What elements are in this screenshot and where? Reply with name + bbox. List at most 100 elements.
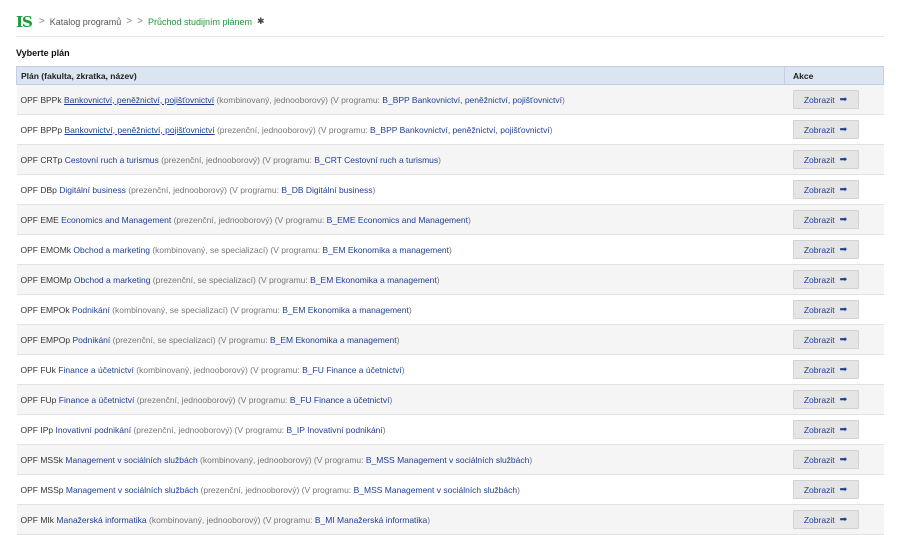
table-row: OPF IPp Inovativní podnikání (prezenční,… [16,414,884,445]
plan-name-link[interactable]: Manažerská informatika [56,515,146,525]
zobrazit-button[interactable]: Zobrazit ➡ [792,420,859,439]
action-cell: Zobrazit ➡ [784,264,884,295]
table-row: OPF DBp Digitální business (prezenční, j… [16,174,884,205]
plan-name-link[interactable]: Management v sociálních službách [66,485,198,495]
zobrazit-button[interactable]: Zobrazit ➡ [792,90,859,109]
arrow-right-icon: ➡ [839,424,848,434]
zobrazit-button[interactable]: Zobrazit ➡ [792,210,859,229]
zobrazit-label: Zobrazit [803,454,835,465]
plan-meta-end: ) [396,334,400,345]
action-cell: Zobrazit ➡ [784,474,884,505]
breadcrumb-separator: > [38,16,45,27]
plan-meta: (prezenční, jednooborový) (V programu: [171,214,327,225]
plan-meta: (prezenční, se specializací) (V programu… [150,274,311,285]
program-link[interactable]: B_EM Ekonomika a management [322,245,449,255]
program-link[interactable]: B_MSS Management v sociálních službách [354,485,517,495]
program-link[interactable]: B_EM Ekonomika a management [282,305,409,315]
table-row: OPF BPPk Bankovnictví, peněžnictví, poji… [16,84,884,115]
zobrazit-button[interactable]: Zobrazit ➡ [792,390,859,409]
plan-code: OPF BPPk [20,94,62,105]
zobrazit-label: Zobrazit [803,94,835,105]
zobrazit-button[interactable]: Zobrazit ➡ [792,510,859,529]
plan-name-link[interactable]: Bankovnictví, peněžnictví, pojišťovnictv… [64,95,214,105]
zobrazit-button[interactable]: Zobrazit ➡ [792,150,859,169]
arrow-right-icon: ➡ [839,274,848,284]
zobrazit-button[interactable]: Zobrazit ➡ [792,330,859,349]
plan-meta: (kombinovaný, se specializací) (V progra… [109,304,283,315]
program-link[interactable]: B_BPP Bankovnictví, peněžnictví, pojišťo… [370,125,550,135]
plan-name-link[interactable]: Inovativní podnikání [55,425,131,435]
program-link[interactable]: B_MSS Management v sociálních službách [366,455,529,465]
zobrazit-button[interactable]: Zobrazit ➡ [792,450,859,469]
table-row: OPF CRTp Cestovní ruch a turismus (preze… [16,144,884,175]
zobrazit-button[interactable]: Zobrazit ➡ [792,300,859,319]
breadcrumb-separator: > [126,16,133,27]
program-link[interactable]: B_FU Finance a účetnictví [290,395,390,405]
breadcrumb-katalog-link[interactable]: Katalog programů [50,17,122,27]
program-link[interactable]: B_EM Ekonomika a management [310,275,437,285]
is-logo[interactable]: IS [16,13,33,31]
plan-name-link[interactable]: Podnikání [72,305,110,315]
plan-name-link[interactable]: Obchod a marketing [74,275,151,285]
plan-name-link[interactable]: Obchod a marketing [73,245,150,255]
action-cell: Zobrazit ➡ [784,84,884,115]
plan-name-link[interactable]: Finance a účetnictví [59,395,135,405]
zobrazit-button[interactable]: Zobrazit ➡ [792,360,859,379]
zobrazit-label: Zobrazit [803,514,835,525]
plan-meta-end: ) [549,124,553,135]
plan-meta-end: ) [389,394,393,405]
plan-code: OPF IPp [20,424,54,435]
program-link[interactable]: B_EM Ekonomika a management [270,335,397,345]
zobrazit-button[interactable]: Zobrazit ➡ [792,240,859,259]
action-cell: Zobrazit ➡ [784,324,884,355]
zobrazit-label: Zobrazit [803,214,835,225]
plan-name-link[interactable]: Cestovní ruch a turismus [65,155,159,165]
zobrazit-button[interactable]: Zobrazit ➡ [792,120,859,139]
plan-name-link[interactable]: Digitální business [59,185,126,195]
arrow-right-icon: ➡ [839,154,848,164]
arrow-right-icon: ➡ [839,304,848,314]
zobrazit-label: Zobrazit [803,274,835,285]
plan-meta-end: ) [436,274,440,285]
plan-cell: OPF EMPOp Podnikání (prezenční, se speci… [16,324,785,355]
column-header-akce: Akce [784,66,884,85]
plan-name-link[interactable]: Podnikání [72,335,110,345]
table-row: OPF EMPOk Podnikání (kombinovaný, se spe… [16,294,884,325]
table-row: OPF EME Economics and Management (prezen… [16,204,884,235]
plan-name-link[interactable]: Finance a účetnictví [58,365,134,375]
zobrazit-button[interactable]: Zobrazit ➡ [792,180,859,199]
action-cell: Zobrazit ➡ [784,114,884,145]
plan-meta-end: ) [408,304,412,315]
plan-cell: OPF BPPk Bankovnictví, peněžnictví, poji… [16,84,785,115]
action-cell: Zobrazit ➡ [784,504,884,535]
program-link[interactable]: B_BPP Bankovnictví, peněžnictví, pojišťo… [382,95,562,105]
program-link[interactable]: B_EME Economics and Management [327,215,468,225]
zobrazit-button[interactable]: Zobrazit ➡ [792,270,859,289]
plan-code: OPF CRTp [20,154,63,165]
zobrazit-label: Zobrazit [803,364,835,375]
program-link[interactable]: B_IP Inovativní podnikání [287,425,383,435]
pin-icon[interactable]: ✱ [257,16,265,27]
breadcrumb: IS > Katalog programů > > Průchod studij… [16,13,884,37]
table-row: OPF MSSk Management v sociálních službác… [16,444,884,475]
plan-name-link[interactable]: Bankovnictví, peněžnictví, pojišťovnictv… [64,125,214,135]
plan-name-link[interactable]: Management v sociálních službách [65,455,197,465]
arrow-right-icon: ➡ [839,214,848,224]
table-row: OPF FUk Finance a účetnictví (kombinovan… [16,354,884,385]
program-link[interactable]: B_CRT Cestovní ruch a turismus [314,155,438,165]
program-link[interactable]: B_FU Finance a účetnictví [302,365,402,375]
program-link[interactable]: B_DB Digitální business [281,185,372,195]
plan-meta: (prezenční, jednooborový) (V programu: [198,484,354,495]
arrow-right-icon: ➡ [839,454,848,464]
plan-meta: (kombinovaný, jednooborový) (V programu: [146,514,315,525]
plan-meta-end: ) [438,154,441,165]
column-header-plan: Plán (fakulta, zkratka, název) [16,66,785,85]
program-link[interactable]: B_MI Manažerská informatika [315,515,427,525]
zobrazit-label: Zobrazit [803,304,835,315]
zobrazit-button[interactable]: Zobrazit ➡ [792,480,859,499]
plan-name-link[interactable]: Economics and Management [61,215,171,225]
plan-meta-end: ) [529,454,533,465]
table-row: OPF EMPOp Podnikání (prezenční, se speci… [16,324,884,355]
action-cell: Zobrazit ➡ [784,384,884,415]
plan-cell: OPF EMPOk Podnikání (kombinovaný, se spe… [16,294,785,325]
